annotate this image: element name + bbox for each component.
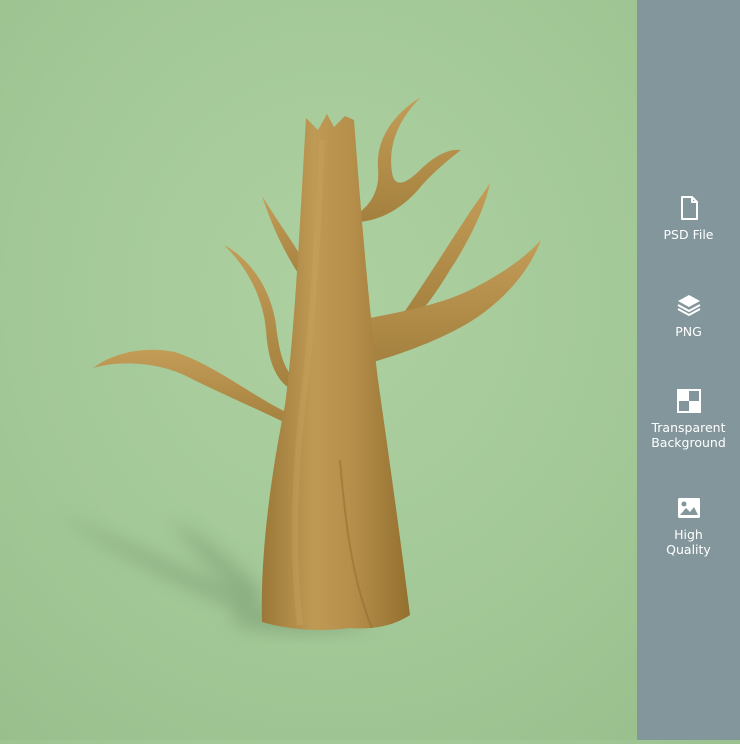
feature-high-quality: High Quality	[637, 495, 740, 557]
feature-png: PNG	[637, 292, 740, 339]
feature-transparent-background: Transparent Background	[637, 388, 740, 450]
feature-label-line2: Background	[651, 435, 726, 450]
transparency-grid-icon	[676, 389, 701, 413]
feature-label-line2: Quality	[666, 542, 711, 557]
image-icon	[677, 498, 700, 518]
bare-tree-illustration	[60, 97, 541, 632]
feature-label-line1: Transparent	[651, 420, 726, 435]
tree-scene	[0, 0, 637, 740]
feature-psd-file: PSD File	[637, 195, 740, 242]
layers-icon	[677, 295, 700, 316]
feature-label: PNG	[675, 324, 702, 339]
file-icon	[680, 196, 698, 220]
feature-label-line1: High	[674, 527, 703, 542]
left-branch	[93, 349, 292, 425]
feature-sidebar: PSD File PNG Transparent Background High…	[637, 0, 740, 740]
left-upper-branch	[224, 245, 294, 390]
feature-label: PSD File	[663, 227, 714, 242]
right-top-branch	[356, 97, 461, 222]
